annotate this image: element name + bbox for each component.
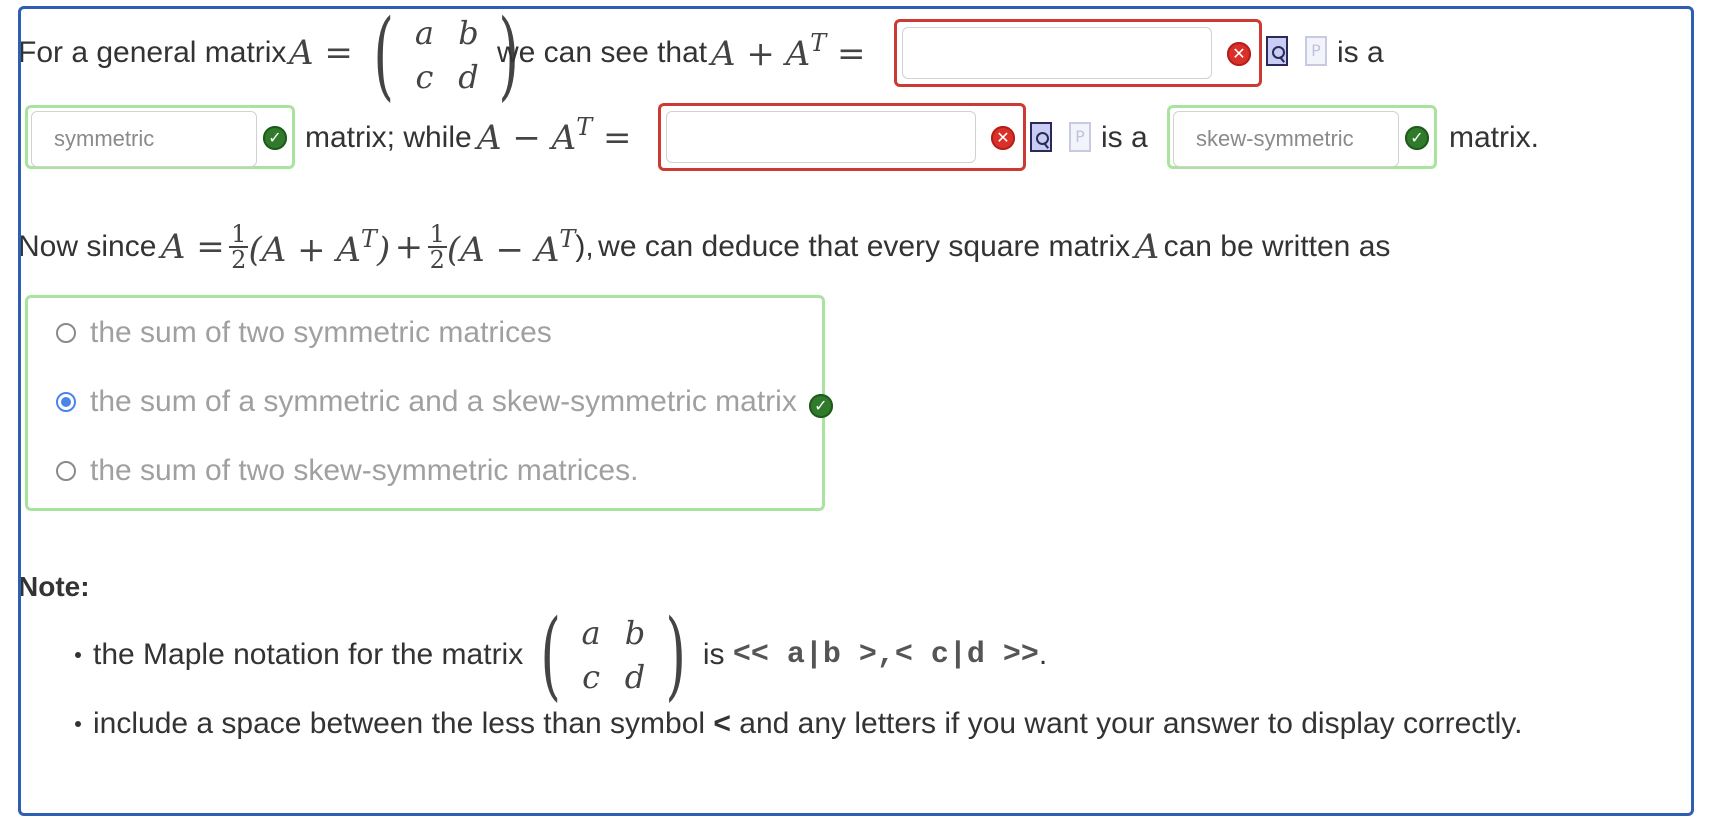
line2-suffix: matrix. [1449,121,1539,154]
line2-is-a: is a [1101,121,1148,154]
preview-document-icon[interactable] [1030,122,1052,152]
math-A-plus-AT: A + AT = [711,29,866,74]
error-x-icon: ✕ [1227,42,1251,66]
error-x-icon: ✕ [991,126,1015,150]
radio-button[interactable] [56,461,76,481]
fraction-half: 12 [427,220,447,274]
question-panel: For a general matrix A = ( a b c d ) we … [18,6,1694,816]
checkmark-icon: ✓ [263,126,287,150]
option-symmetric-and-skew[interactable]: the sum of a symmetric and a skew-symmet… [56,385,833,419]
matrix-entry-b: b [458,14,479,52]
type1-wrapper: ✓ [25,105,295,169]
radio-button[interactable] [56,323,76,343]
answer2-input[interactable] [666,111,976,163]
line1-prefix: For a general matrix [18,36,287,69]
maple-code: << a|b >,< c|d >> [732,638,1039,672]
matrix-abcd: ( a b c d ) [540,599,687,711]
matrix-entry-d: d [458,58,479,96]
plain-document-icon[interactable]: P [1069,122,1091,152]
matrix-entry-c: c [415,58,434,96]
math-A-equals: A = [289,33,353,73]
line2-middle: matrix; while [305,121,472,154]
line1-suffix: is a [1337,36,1384,69]
option-two-symmetric[interactable]: the sum of two symmetric matrices [56,316,552,350]
math-A-minus-AT: A − AT = [477,113,632,158]
matrix-entry-a: a [414,14,434,52]
line1-mid: we can see that [497,36,708,69]
answer1-wrapper: ✕ [894,19,1262,87]
decomposition-sentence: Now since A = 12 (A + AT) + 12 (A − AT),… [18,220,1391,274]
note-bullet-spacing: include a space between the less than sy… [75,707,1522,741]
answer1-input[interactable] [902,27,1212,79]
type1-dropdown[interactable] [31,111,257,167]
type2-dropdown[interactable] [1173,111,1399,167]
note-title: Note: [18,571,90,602]
type2-wrapper: ✓ [1167,105,1437,169]
checkmark-icon: ✓ [1405,126,1429,150]
checkmark-icon: ✓ [808,394,833,418]
plain-document-icon[interactable]: P [1305,36,1327,66]
fraction-half: 12 [229,220,249,274]
preview-document-icon[interactable] [1266,36,1288,66]
option-two-skew-symmetric[interactable]: the sum of two skew-symmetric matrices. [56,454,638,488]
answer2-wrapper: ✕ [658,103,1026,171]
radio-button-selected[interactable] [56,392,76,412]
note-bullet-maple-notation: the Maple notation for the matrix ( a b … [75,607,1047,703]
answer-options-group: the sum of two symmetric matrices the su… [25,295,833,511]
